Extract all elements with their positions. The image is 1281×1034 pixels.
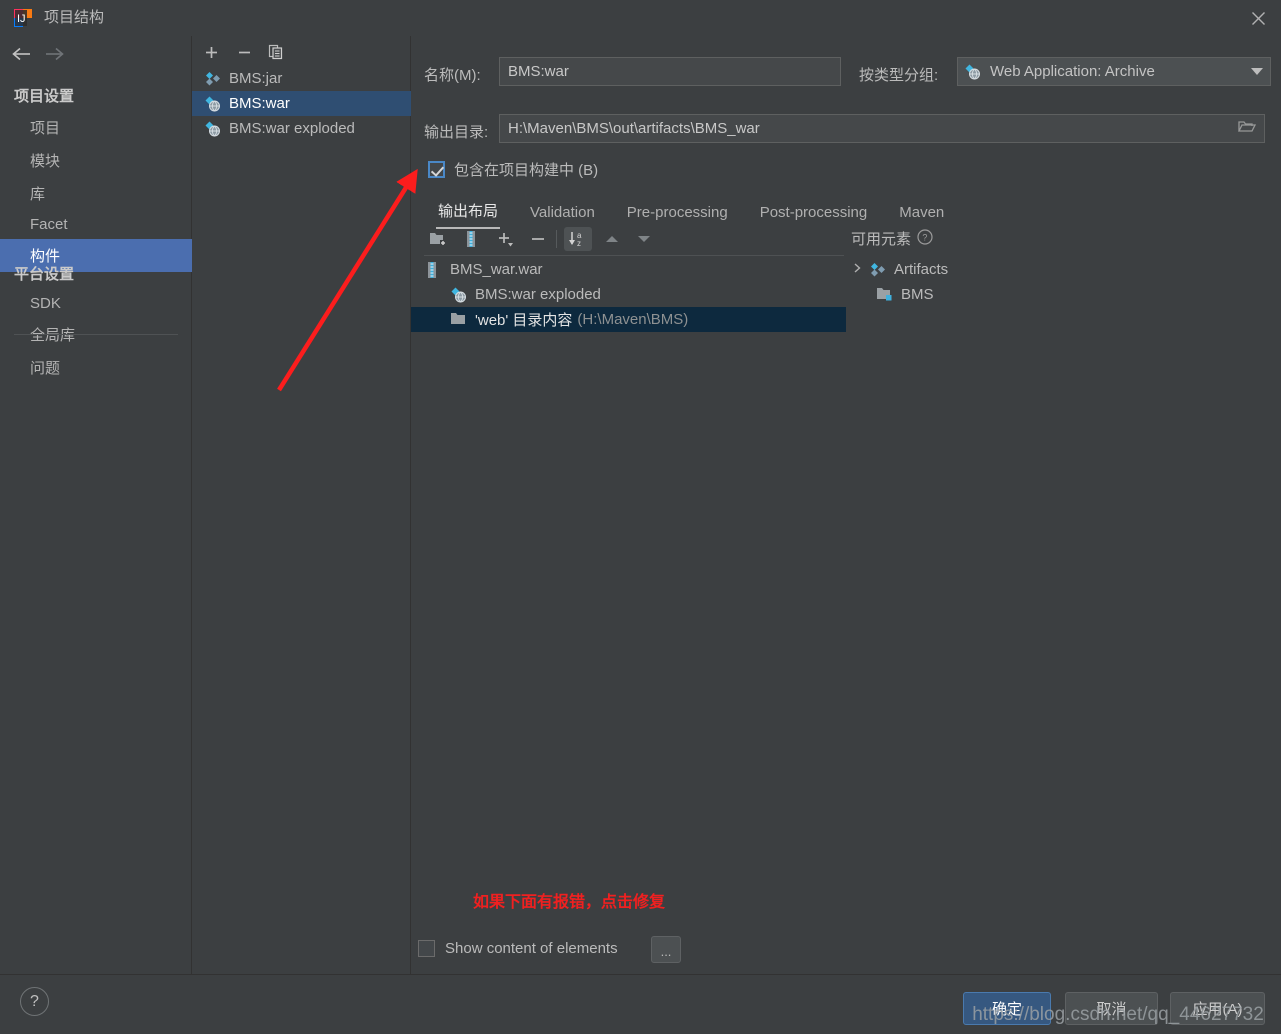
available-elements-tree: Artifacts BMS xyxy=(851,257,1271,307)
include-in-build-checkbox[interactable]: 包含在项目构建中 (B) xyxy=(428,159,598,180)
checkbox-box xyxy=(428,161,445,178)
tab-post-processing[interactable]: Post-processing xyxy=(760,200,868,229)
output-directory-label: 输出目录: xyxy=(424,124,489,141)
group-by-type-label: 按类型分组: xyxy=(859,67,939,84)
toolbar-separator xyxy=(556,230,557,248)
tab-maven[interactable]: Maven xyxy=(899,200,944,229)
arrow-right-icon[interactable] xyxy=(42,44,66,64)
available-elements-title: 可用元素 ? xyxy=(851,228,933,249)
show-content-of-elements-row: Show content of elements xyxy=(418,940,618,957)
sidebar-item-problems[interactable]: 问题 xyxy=(0,351,192,384)
svg-text:?: ? xyxy=(922,232,927,242)
show-content-checkbox[interactable] xyxy=(418,940,435,957)
editor-tabs: 输出布局 Validation Pre-processing Post-proc… xyxy=(435,196,976,229)
more-options-button[interactable]: ... xyxy=(651,936,681,963)
list-item[interactable]: BMS:war exploded xyxy=(192,116,411,141)
tree-row-detail: (H:\Maven\BMS) xyxy=(577,311,689,328)
folder-icon xyxy=(450,311,468,329)
tree-row-label: Artifacts xyxy=(894,261,949,278)
list-item-label: BMS:jar xyxy=(229,70,283,87)
module-icon xyxy=(876,286,894,304)
list-item[interactable]: BMS:jar xyxy=(192,66,411,91)
sidebar-group-title: 平台设置 xyxy=(14,266,75,283)
sidebar-group-problems: 问题 xyxy=(0,351,192,384)
archive-icon[interactable] xyxy=(457,227,485,251)
artifact-war-exploded-icon xyxy=(450,286,468,304)
settings-sidebar: 项目设置 项目 模块 库 Facet 构件 平台设置 SDK 全局库 问题 xyxy=(0,36,192,974)
sidebar-nav xyxy=(0,36,192,72)
sidebar-divider xyxy=(14,334,178,335)
chevron-down-icon xyxy=(1250,63,1264,80)
folder-open-icon[interactable] xyxy=(1237,119,1257,139)
help-circle-icon[interactable]: ? xyxy=(917,228,933,249)
folder-add-icon[interactable] xyxy=(424,227,452,251)
tree-row-label: 'web' 目录内容 xyxy=(475,312,573,329)
toolbar-divider xyxy=(424,255,844,256)
window-title: 项目结构 xyxy=(44,9,105,26)
intellij-idea-logo-icon: IJ xyxy=(12,7,34,29)
tree-row-label: BMS_war.war xyxy=(450,261,543,278)
output-directory-value: H:\Maven\BMS\out\artifacts\BMS_war xyxy=(508,120,760,137)
triangle-up-icon[interactable] xyxy=(598,227,626,251)
tree-row-label: BMS xyxy=(901,286,934,303)
tree-row[interactable]: BMS:war exploded xyxy=(411,282,846,307)
artifact-jar-icon xyxy=(869,261,887,279)
artifact-type-dropdown[interactable]: Web Application: Archive xyxy=(957,57,1271,86)
tree-row[interactable]: BMS_war.war xyxy=(411,257,846,282)
remove-element-button[interactable] xyxy=(524,227,552,251)
tab-pre-processing[interactable]: Pre-processing xyxy=(627,200,728,229)
artifact-war-exploded-icon xyxy=(204,120,222,138)
artifact-editor-panel: 名称(M): 按类型分组: Web Application: Archive 输… xyxy=(411,36,1281,974)
red-annotation-note: 如果下面有报错，点击修复 xyxy=(473,894,666,911)
copy-artifact-button[interactable] xyxy=(263,41,289,63)
sidebar-item-sdk[interactable]: SDK xyxy=(0,289,192,318)
svg-text:z: z xyxy=(577,239,581,248)
artifacts-toolbar xyxy=(192,36,411,66)
output-layout-tree: BMS_war.war BMS:war exploded 'web' 目录内容 … xyxy=(411,257,846,332)
available-elements-label: 可用元素 xyxy=(851,231,912,248)
tree-row[interactable]: 'web' 目录内容 (H:\Maven\BMS) xyxy=(411,307,846,332)
sort-az-icon[interactable]: a z xyxy=(564,227,592,251)
tree-row-label: BMS:war exploded xyxy=(475,286,601,303)
artifacts-list-panel: BMS:jar BMS:war BMS:war exploded xyxy=(192,36,411,974)
tab-output-layout[interactable]: 输出布局 xyxy=(435,196,501,229)
plus-dropdown-icon[interactable] xyxy=(492,227,520,251)
name-label: 名称(M): xyxy=(424,67,481,84)
triangle-down-icon[interactable] xyxy=(630,227,658,251)
artifacts-list: BMS:jar BMS:war BMS:war exploded xyxy=(192,66,411,141)
include-in-build-label: 包含在项目构建中 (B) xyxy=(454,162,599,179)
name-input[interactable] xyxy=(499,57,841,86)
sidebar-item-modules[interactable]: 模块 xyxy=(0,144,192,177)
list-item-label: BMS:war exploded xyxy=(229,120,355,137)
svg-text:IJ: IJ xyxy=(17,13,26,25)
project-structure-dialog: IJ 项目结构 项目设置 项目 模块 库 Facet 构件 平台设置 SDK 全… xyxy=(0,0,1281,1034)
remove-artifact-button[interactable] xyxy=(231,41,257,63)
watermark-text: https://blog.csdn.net/qq_44627732 xyxy=(972,1004,1264,1025)
arrow-left-icon[interactable] xyxy=(10,44,34,64)
sidebar-group-title: 项目设置 xyxy=(14,88,75,105)
chevron-right-icon[interactable] xyxy=(851,261,869,278)
archive-icon xyxy=(425,261,443,279)
sidebar-item-project[interactable]: 项目 xyxy=(0,111,192,144)
close-icon[interactable] xyxy=(1235,0,1281,36)
tab-validation[interactable]: Validation xyxy=(530,200,595,229)
artifact-jar-icon xyxy=(204,70,222,88)
question-mark-icon[interactable]: ? xyxy=(20,987,49,1016)
sidebar-item-facets[interactable]: Facet xyxy=(0,210,192,239)
artifact-war-icon xyxy=(964,63,984,81)
title-bar: IJ 项目结构 xyxy=(0,0,1281,36)
sidebar-item-libraries[interactable]: 库 xyxy=(0,177,192,210)
artifact-type-value: Web Application: Archive xyxy=(990,63,1155,80)
list-item-label: BMS:war xyxy=(229,95,290,112)
list-item[interactable]: BMS:war xyxy=(192,91,411,116)
artifact-war-icon xyxy=(204,95,222,113)
tree-row[interactable]: Artifacts xyxy=(851,257,1271,282)
output-directory-input[interactable]: H:\Maven\BMS\out\artifacts\BMS_war xyxy=(499,114,1265,143)
tree-row[interactable]: BMS xyxy=(851,282,1271,307)
sidebar-group-platform-settings: 平台设置 SDK 全局库 xyxy=(0,258,192,351)
add-artifact-button[interactable] xyxy=(198,41,224,63)
sidebar-group-project-settings: 项目设置 项目 模块 库 Facet 构件 xyxy=(0,80,192,272)
show-content-label: Show content of elements xyxy=(445,940,618,957)
